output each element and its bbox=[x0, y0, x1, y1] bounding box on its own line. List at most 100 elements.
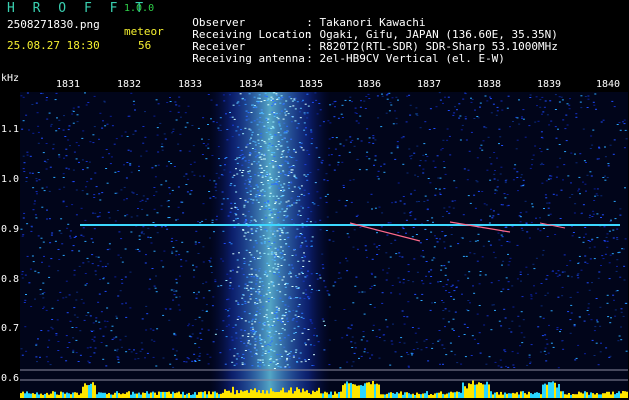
noise-pixel bbox=[619, 208, 622, 210]
noise-pixel bbox=[530, 221, 533, 223]
band-pixel bbox=[288, 166, 291, 168]
band-pixel bbox=[241, 172, 244, 173]
baseline-bar bbox=[34, 394, 36, 398]
noise-pixel bbox=[186, 357, 189, 359]
baseline-bar bbox=[310, 394, 312, 398]
noise-pixel bbox=[175, 358, 178, 360]
band-pixel bbox=[250, 268, 253, 270]
band-pixel bbox=[264, 228, 267, 230]
noise-pixel bbox=[196, 337, 199, 339]
band-pixel bbox=[248, 273, 251, 275]
noise-pixel bbox=[160, 226, 163, 228]
noise-pixel bbox=[178, 309, 181, 311]
band-pixel bbox=[271, 283, 274, 285]
noise-pixel bbox=[187, 325, 190, 327]
noise-pixel bbox=[402, 136, 405, 138]
noise-pixel bbox=[346, 361, 349, 363]
noise-pixel bbox=[195, 230, 198, 232]
band-pixel bbox=[250, 293, 253, 295]
baseline-bar bbox=[78, 394, 80, 398]
band-pixel bbox=[280, 184, 282, 186]
noise-pixel bbox=[451, 328, 454, 330]
band-pixel bbox=[263, 195, 266, 197]
noise-pixel bbox=[612, 229, 615, 231]
band-pixel bbox=[299, 233, 302, 234]
noise-pixel bbox=[439, 177, 442, 179]
noise-pixel bbox=[207, 143, 210, 145]
noise-pixel bbox=[464, 274, 467, 276]
band-pixel bbox=[288, 264, 291, 266]
noise-pixel bbox=[63, 157, 65, 159]
noise-pixel bbox=[453, 330, 455, 331]
noise-pixel bbox=[115, 315, 118, 317]
noise-pixel bbox=[345, 139, 348, 141]
antenna-value: 2el-HB9CV Vertical (el. E-W) bbox=[319, 52, 505, 65]
noise-pixel bbox=[202, 246, 205, 248]
band-pixel bbox=[286, 146, 289, 148]
band-pixel bbox=[255, 242, 258, 244]
noise-pixel bbox=[334, 281, 337, 283]
noise-pixel bbox=[149, 278, 152, 280]
noise-pixel bbox=[521, 342, 524, 344]
noise-pixel bbox=[476, 313, 479, 315]
band-pixel bbox=[286, 130, 288, 132]
noise-pixel bbox=[595, 342, 598, 344]
noise-pixel bbox=[623, 123, 626, 125]
band-pixel bbox=[270, 340, 273, 342]
noise-pixel bbox=[55, 334, 58, 336]
noise-pixel bbox=[529, 362, 532, 364]
noise-pixel bbox=[193, 174, 196, 176]
noise-pixel bbox=[142, 195, 145, 197]
band-pixel bbox=[275, 364, 278, 366]
band-pixel bbox=[283, 337, 286, 339]
noise-pixel bbox=[378, 245, 381, 246]
band-pixel bbox=[268, 207, 271, 209]
y-tick: 1.1 bbox=[1, 124, 20, 135]
noise-pixel bbox=[608, 278, 611, 280]
noise-pixel bbox=[73, 307, 76, 309]
noise-pixel bbox=[368, 137, 371, 139]
baseline-bar bbox=[392, 393, 394, 398]
noise-pixel bbox=[416, 297, 419, 299]
x-tick: 1837 bbox=[417, 79, 442, 90]
band-pixel bbox=[263, 158, 266, 160]
noise-pixel bbox=[151, 167, 154, 169]
band-pixel bbox=[241, 362, 244, 364]
noise-pixel bbox=[479, 352, 482, 354]
baseline-bar bbox=[446, 393, 448, 398]
noise-pixel bbox=[390, 104, 393, 106]
noise-pixel bbox=[499, 136, 502, 138]
noise-pixel bbox=[193, 269, 196, 271]
noise-pixel bbox=[145, 254, 147, 256]
band-pixel bbox=[272, 165, 275, 167]
noise-pixel bbox=[51, 319, 54, 320]
band-pixel bbox=[278, 307, 280, 309]
noise-pixel bbox=[482, 140, 485, 142]
band-pixel bbox=[305, 344, 307, 346]
noise-pixel bbox=[135, 352, 138, 354]
noise-pixel bbox=[47, 330, 50, 332]
baseline-bar bbox=[382, 394, 384, 398]
band-pixel bbox=[273, 273, 276, 275]
band-pixel bbox=[278, 203, 281, 205]
noise-pixel bbox=[351, 139, 354, 141]
band-pixel bbox=[279, 297, 282, 299]
noise-pixel bbox=[85, 104, 88, 106]
noise-pixel bbox=[623, 119, 626, 121]
noise-pixel bbox=[174, 101, 177, 103]
noise-pixel bbox=[571, 194, 574, 195]
noise-pixel bbox=[141, 199, 144, 201]
baseline-bar bbox=[88, 385, 90, 398]
noise-pixel bbox=[575, 162, 578, 164]
noise-pixel bbox=[496, 179, 499, 181]
noise-pixel bbox=[409, 215, 412, 217]
noise-pixel bbox=[397, 99, 399, 101]
band-pixel bbox=[261, 193, 264, 195]
noise-pixel bbox=[477, 343, 480, 345]
noise-pixel bbox=[365, 169, 368, 171]
band-pixel bbox=[286, 354, 289, 355]
noise-pixel bbox=[432, 160, 435, 162]
noise-pixel bbox=[63, 115, 65, 117]
band-pixel bbox=[277, 266, 280, 267]
baseline-bar bbox=[486, 381, 488, 398]
